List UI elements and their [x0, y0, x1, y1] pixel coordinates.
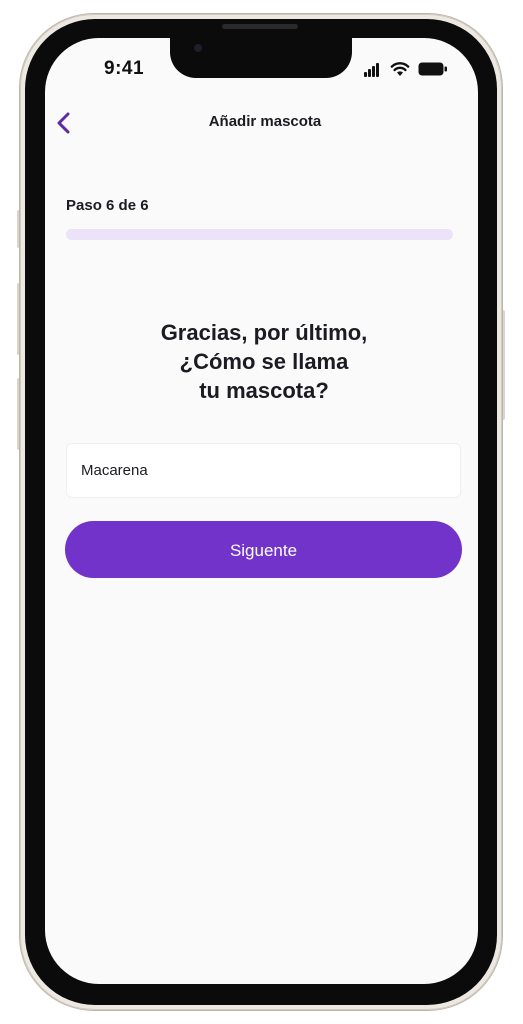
question-line-3: tu mascota?: [199, 378, 329, 403]
pet-name-input[interactable]: [66, 443, 461, 498]
notch: [170, 24, 352, 78]
front-camera: [194, 44, 202, 52]
question-line-1: Gracias, por último,: [160, 320, 368, 345]
chevron-left-icon: [57, 112, 70, 134]
signal-icon: [364, 60, 382, 80]
back-button[interactable]: [52, 109, 78, 137]
battery-icon: [418, 62, 447, 76]
phone-mockup: 9:41 Añadir mascota Paso 6 de 6 Gracias,…: [0, 0, 523, 1024]
status-icons: [364, 60, 454, 80]
speaker-grille: [222, 24, 298, 29]
question-line-2: ¿Cómo se llama: [179, 349, 349, 374]
step-label: Paso 6 de 6: [66, 197, 149, 214]
next-button[interactable]: Siguente: [65, 521, 462, 578]
status-time: 9:41: [104, 58, 145, 79]
wifi-icon: [390, 62, 410, 76]
step-progress-bar: [66, 229, 453, 240]
step-progress-fill: [66, 229, 453, 240]
page-title: Añadir mascota: [208, 113, 322, 130]
question-heading: Gracias, por último, ¿Cómo se llama tu m…: [66, 318, 462, 405]
app-screen: [45, 38, 478, 984]
